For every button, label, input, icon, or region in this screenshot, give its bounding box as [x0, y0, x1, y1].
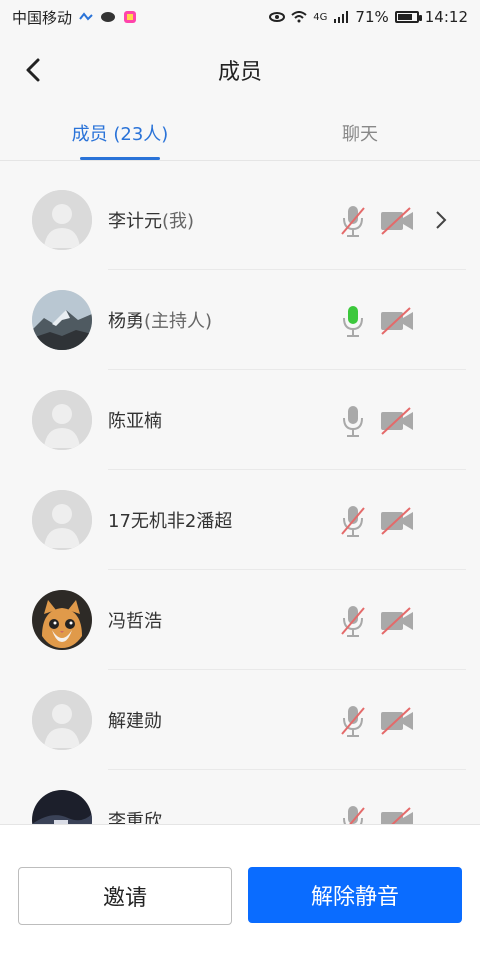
bottom-action-bar: 邀请 解除静音 [0, 824, 480, 961]
mic-muted-icon[interactable] [338, 704, 368, 738]
member-row[interactable]: 解建勋 [0, 670, 480, 770]
invite-button-label: 邀请 [102, 886, 147, 911]
cloud-icon [79, 12, 93, 21]
default-avatar-icon [32, 190, 92, 250]
avatar [32, 190, 92, 250]
unmute-button-label: 解除静音 [310, 885, 399, 910]
member-name-text: 李计元 [108, 211, 162, 232]
battery-icon [394, 11, 422, 23]
back-arrow-icon[interactable] [18, 54, 50, 86]
member-name-text: 解建勋 [108, 711, 162, 732]
mic-speaking-icon[interactable] [338, 304, 368, 338]
member-name-text: 陈亚楠 [108, 411, 162, 432]
avatar [32, 290, 92, 350]
chat-bubble-icon [101, 12, 116, 22]
avatar [32, 790, 92, 824]
nav-bar: 成员 [0, 34, 480, 106]
camera-off-icon[interactable] [380, 606, 414, 636]
member-name: 李重欣 [108, 807, 162, 824]
active-tab-indicator [80, 157, 160, 160]
avatar [32, 490, 92, 550]
mic-muted-icon[interactable] [338, 804, 368, 824]
member-row[interactable]: 冯哲浩 [0, 570, 480, 670]
camera-off-icon[interactable] [380, 506, 414, 536]
battery-percent: 71% [355, 8, 389, 26]
member-name-text: 冯哲浩 [108, 611, 162, 632]
member-row[interactable]: 李重欣 [0, 770, 480, 824]
unmute-button[interactable]: 解除静音 [248, 867, 462, 923]
tab-members-label: 成员 (23人) [71, 124, 169, 145]
member-name: 李计元(我) [108, 207, 194, 233]
member-name-text: 17无机非2潘超 [108, 511, 233, 532]
tab-chat[interactable]: 聊天 [240, 106, 480, 160]
network-type-label: 4G [313, 11, 328, 23]
camera-off-icon[interactable] [380, 206, 414, 236]
camera-off-icon[interactable] [380, 706, 414, 736]
tab-bar: 成员 (23人) 聊天 [0, 106, 480, 161]
member-name: 陈亚楠 [108, 407, 162, 433]
status-left: 中国移动 [12, 7, 138, 28]
member-name-text: 杨勇 [108, 311, 144, 332]
avatar [32, 690, 92, 750]
member-name-text: 李重欣 [108, 811, 162, 824]
tab-chat-label: 聊天 [342, 124, 378, 145]
status-bar: 中国移动 4G 71% 14:12 [0, 0, 480, 34]
member-name: 杨勇(主持人) [108, 307, 212, 333]
mic-on-icon[interactable] [338, 404, 368, 438]
default-avatar-icon [32, 690, 92, 750]
camera-off-icon[interactable] [380, 806, 414, 824]
page-title: 成员 [217, 60, 262, 85]
invite-button[interactable]: 邀请 [18, 867, 232, 925]
member-row[interactable]: 杨勇(主持人) [0, 270, 480, 370]
app-icon [124, 11, 137, 23]
avatar [32, 590, 92, 650]
member-role: (主持人) [144, 311, 213, 332]
landscape-avatar-image [32, 290, 92, 350]
mic-muted-icon[interactable] [338, 204, 368, 238]
member-name: 冯哲浩 [108, 607, 162, 633]
member-name: 解建勋 [108, 707, 162, 733]
tab-members[interactable]: 成员 (23人) [0, 106, 240, 160]
member-role: (我) [162, 211, 195, 232]
time-label: 14:12 [424, 8, 468, 26]
mic-muted-icon[interactable] [338, 504, 368, 538]
status-right: 4G 71% 14:12 [269, 8, 468, 26]
member-row[interactable]: 陈亚楠 [0, 370, 480, 470]
wifi-icon [291, 11, 307, 23]
chevron-right-icon[interactable] [431, 206, 451, 234]
mic-muted-icon[interactable] [338, 604, 368, 638]
member-list[interactable]: 李计元(我) 杨勇(主持人) 陈亚楠 17无机非2潘超 冯哲浩 解建勋 李重欣 [0, 170, 480, 824]
dark-photo-avatar-image [32, 790, 92, 824]
member-row[interactable]: 李计元(我) [0, 170, 480, 270]
camera-off-icon[interactable] [380, 306, 414, 336]
member-name: 17无机非2潘超 [108, 507, 232, 533]
signal-icon [334, 11, 349, 23]
member-row[interactable]: 17无机非2潘超 [0, 470, 480, 570]
carrier-label: 中国移动 [12, 8, 73, 27]
default-avatar-icon [32, 390, 92, 450]
cat-avatar-image [32, 590, 92, 650]
avatar [32, 390, 92, 450]
default-avatar-icon [32, 490, 92, 550]
camera-off-icon[interactable] [380, 406, 414, 436]
eye-icon [269, 12, 286, 22]
